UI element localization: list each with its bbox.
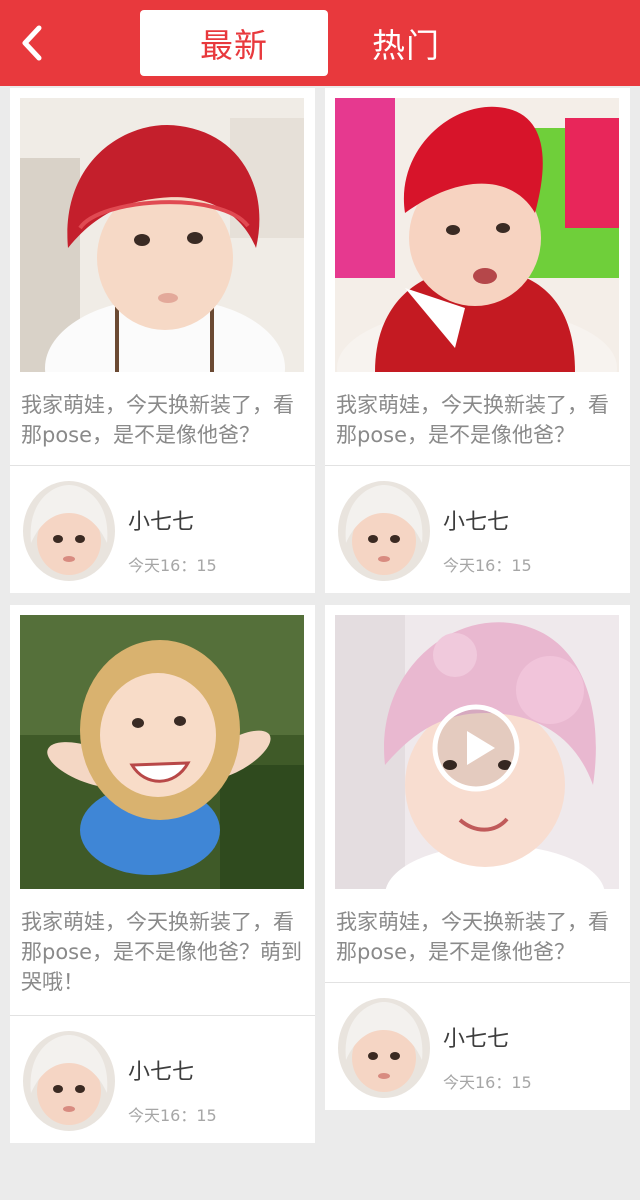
post-card[interactable]: 我家萌娃，今天换新装了，看那pose，是不是像他爸？ 小七七 今天16：15 — [325, 605, 630, 1110]
post-photo[interactable] — [20, 615, 304, 889]
divider — [10, 1015, 315, 1016]
avatar[interactable] — [338, 998, 430, 1098]
post-photo[interactable] — [335, 615, 619, 889]
back-button[interactable] — [10, 20, 54, 66]
post-time: 今天16：15 — [443, 556, 532, 575]
post-card[interactable]: 我家萌娃，今天换新装了，看那pose，是不是像他爸？萌到哭哦！ 小七七 今天16… — [10, 605, 315, 1143]
post-time: 今天16：15 — [128, 556, 217, 575]
username[interactable]: 小七七 — [443, 504, 509, 536]
username[interactable]: 小七七 — [128, 504, 194, 536]
post-time: 今天16：15 — [128, 1106, 217, 1125]
post-card[interactable]: 我家萌娃，今天换新装了，看那pose，是不是像他爸？ 小七七 今天16：15 — [10, 88, 315, 593]
top-bar: 最新 热门 — [0, 0, 640, 86]
avatar[interactable] — [338, 481, 430, 581]
avatar[interactable] — [23, 1031, 115, 1131]
tab-popular[interactable]: 热门 — [312, 10, 500, 76]
divider — [325, 465, 630, 466]
divider — [325, 982, 630, 983]
post-time: 今天16：15 — [443, 1073, 532, 1092]
divider — [10, 465, 315, 466]
play-icon[interactable] — [431, 703, 521, 793]
username[interactable]: 小七七 — [128, 1054, 194, 1086]
post-photo[interactable] — [335, 98, 619, 372]
post-caption: 我家萌娃，今天换新装了，看那pose，是不是像他爸？ — [21, 393, 294, 447]
post-caption: 我家萌娃，今天换新装了，看那pose，是不是像他爸？ — [336, 393, 609, 447]
post-photo[interactable] — [20, 98, 304, 372]
avatar[interactable] — [23, 481, 115, 581]
username[interactable]: 小七七 — [443, 1021, 509, 1053]
post-caption: 我家萌娃，今天换新装了，看那pose，是不是像他爸？ — [336, 910, 609, 964]
post-caption: 我家萌娃，今天换新装了，看那pose，是不是像他爸？萌到哭哦！ — [21, 910, 303, 994]
chevron-left-icon — [22, 25, 42, 61]
post-card[interactable]: 我家萌娃，今天换新装了，看那pose，是不是像他爸？ 小七七 今天16：15 — [325, 88, 630, 593]
tab-latest[interactable]: 最新 — [140, 10, 328, 76]
